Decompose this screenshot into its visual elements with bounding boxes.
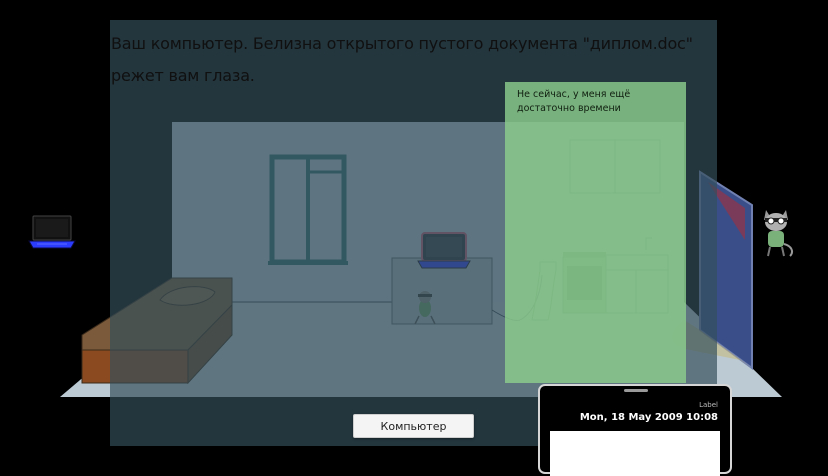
laptop-icon[interactable] (27, 214, 77, 250)
choice-option[interactable]: Не сейчас, у меня ещё достаточно времени (505, 82, 686, 383)
phone-speaker (624, 389, 648, 392)
narration-text: Ваш компьютер. Белизна открытого пустого… (111, 34, 693, 85)
phone-label: Label (699, 401, 718, 409)
cat-character-icon[interactable] (760, 206, 796, 258)
phone-widget[interactable]: Label Mon, 18 May 2009 10:08 (538, 384, 732, 476)
phone-datetime: Mon, 18 May 2009 10:08 (579, 412, 718, 423)
choice-option-label: Не сейчас, у меня ещё достаточно времени (517, 89, 631, 114)
phone-screen (550, 431, 720, 476)
computer-button[interactable]: Компьютер (353, 414, 474, 438)
